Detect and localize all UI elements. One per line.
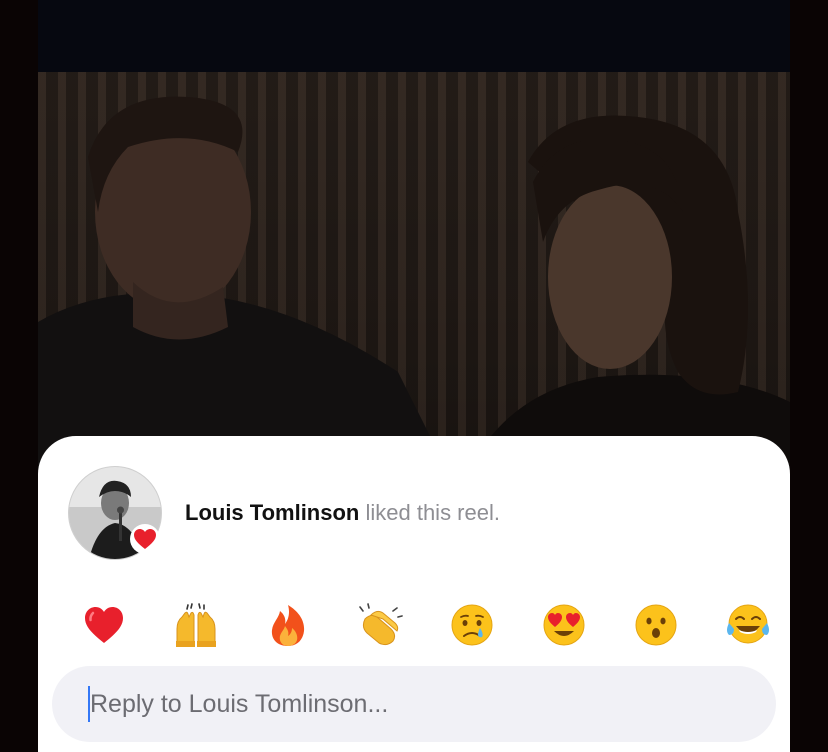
reaction-heart-button[interactable] <box>81 602 127 648</box>
reaction-heart-eyes-button[interactable] <box>541 602 587 648</box>
quick-reactions-bar <box>64 602 769 650</box>
raising-hands-icon <box>176 603 216 647</box>
clapping-hands-icon <box>359 603 403 646</box>
crying-face-icon <box>451 604 493 646</box>
liked-badge <box>130 524 160 554</box>
phone-screen: Louis Tomlinson liked this reel. <box>38 0 790 752</box>
liked-notification: Louis Tomlinson liked this reel. <box>185 500 500 526</box>
reply-input[interactable] <box>90 666 750 742</box>
reel-video[interactable] <box>38 72 790 472</box>
red-heart-icon <box>85 607 123 643</box>
reaction-surprised-face-button[interactable] <box>633 602 679 648</box>
notification-action-text: liked this reel. <box>359 500 500 525</box>
username-link[interactable]: Louis Tomlinson <box>185 500 359 525</box>
reaction-fire-button[interactable] <box>265 602 311 648</box>
top-bar <box>38 0 790 72</box>
surprised-face-icon <box>635 604 677 646</box>
video-frame-illustration <box>38 96 790 472</box>
tears-of-joy-icon <box>727 604 769 644</box>
reply-box[interactable] <box>52 666 776 742</box>
reaction-tears-of-joy-button[interactable] <box>725 602 771 648</box>
heart-icon <box>134 529 156 549</box>
heart-eyes-icon <box>543 604 585 646</box>
reaction-clapping-hands-button[interactable] <box>357 602 403 648</box>
fire-icon <box>271 605 305 646</box>
reaction-raising-hands-button[interactable] <box>173 602 219 648</box>
reaction-crying-face-button[interactable] <box>449 602 495 648</box>
notification-sheet: Louis Tomlinson liked this reel. <box>38 436 790 752</box>
